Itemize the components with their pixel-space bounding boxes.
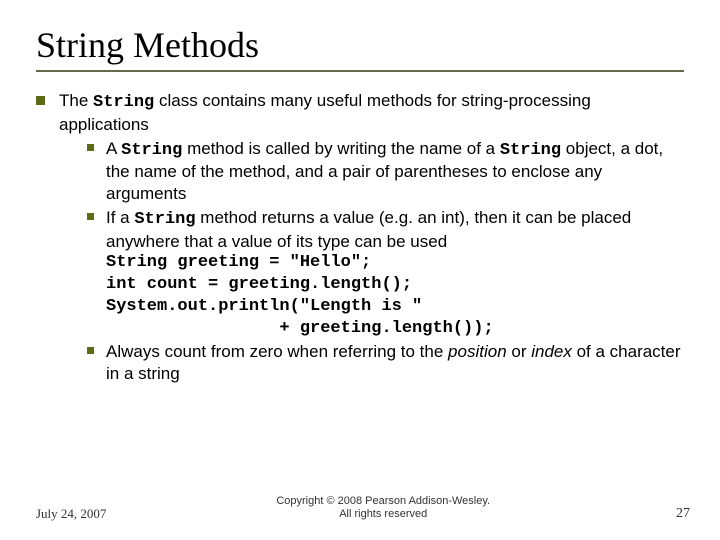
text: If a (106, 208, 134, 227)
italic-text: index (531, 342, 572, 361)
bullet-level1: The String class contains many useful me… (36, 90, 684, 385)
slide-title: String Methods (36, 24, 684, 66)
text: or (507, 342, 532, 361)
code-inline: String (121, 141, 182, 160)
hollow-square-bullet-icon (87, 347, 94, 354)
code-line: int count = greeting.length(); (106, 274, 684, 296)
slide: String Methods The String class contains… (0, 0, 720, 540)
footer-date: July 24, 2007 (36, 506, 106, 522)
footer-copyright: Copyright © 2008 Pearson Addison-Wesley.… (106, 495, 660, 523)
bullet-level2: A String method is called by writing the… (87, 138, 684, 205)
copyright-line: Copyright © 2008 Pearson Addison-Wesley. (276, 495, 490, 507)
square-bullet-icon (36, 96, 45, 105)
text: A (106, 139, 121, 158)
code-line: + greeting.length()); (106, 318, 684, 340)
bullet-text: The String class contains many useful me… (59, 90, 684, 385)
slide-content: The String class contains many useful me… (36, 90, 684, 385)
text: The (59, 91, 93, 110)
footer-page-number: 27 (660, 506, 690, 522)
slide-footer: July 24, 2007 Copyright © 2008 Pearson A… (36, 495, 690, 523)
text: Always count from zero when referring to… (106, 342, 448, 361)
code-line: String greeting = "Hello"; (106, 252, 684, 274)
text: method is called by writing the name of … (182, 139, 500, 158)
hollow-square-bullet-icon (87, 144, 94, 151)
bullet-text: A String method is called by writing the… (106, 138, 684, 205)
copyright-line: All rights reserved (339, 508, 427, 520)
code-line: System.out.println("Length is " (106, 296, 684, 318)
title-rule (36, 70, 684, 72)
code-inline: String (93, 93, 154, 112)
bullet-text: Always count from zero when referring to… (106, 341, 684, 385)
italic-text: position (448, 342, 507, 361)
bullet-level2: Always count from zero when referring to… (87, 341, 684, 385)
code-inline: String (134, 210, 195, 229)
hollow-square-bullet-icon (87, 213, 94, 220)
bullet-level2: If a String method returns a value (e.g.… (87, 207, 684, 340)
code-inline: String (500, 141, 561, 160)
bullet-text: If a String method returns a value (e.g.… (106, 207, 684, 340)
